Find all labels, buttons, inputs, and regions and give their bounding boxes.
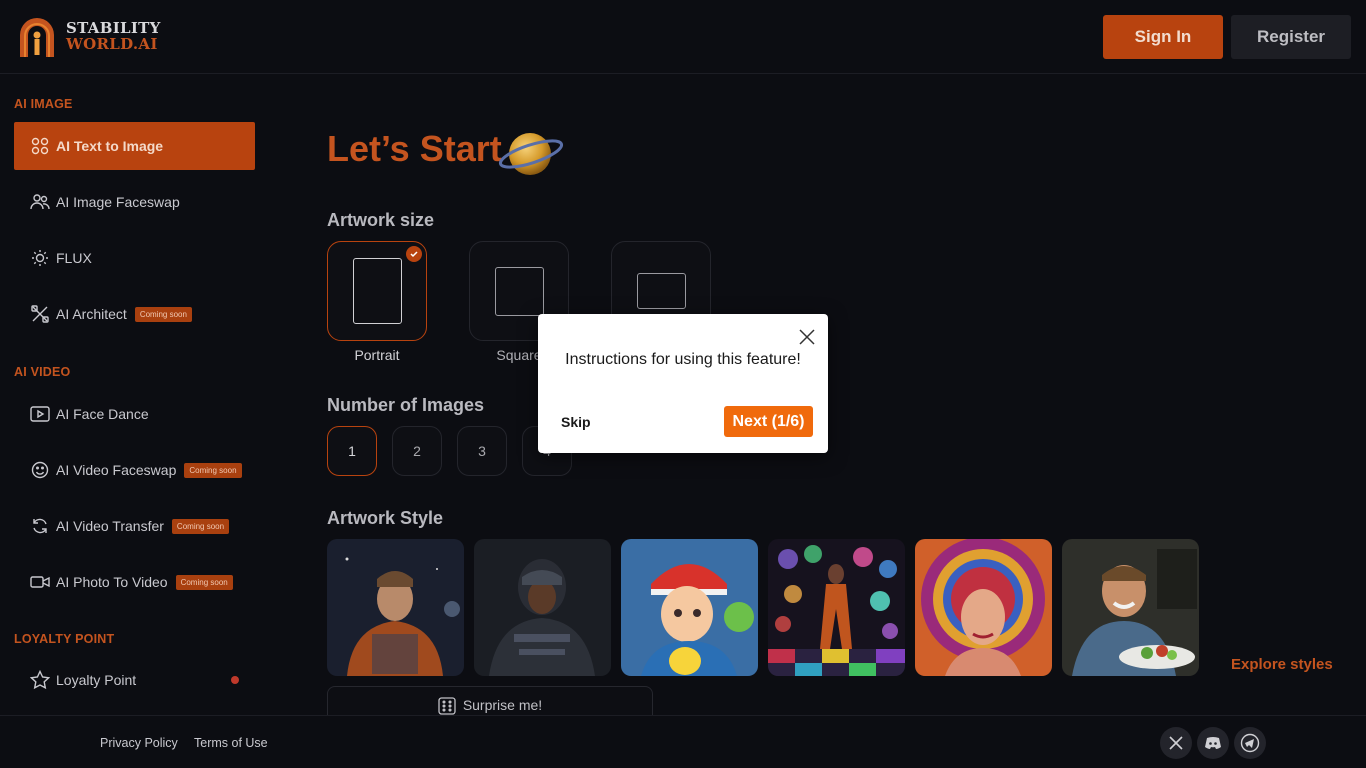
- play-icon: [30, 404, 50, 424]
- logo-line-2: WORLD.AI: [66, 35, 158, 53]
- privacy-policy-link[interactable]: Privacy Policy: [100, 736, 178, 750]
- smile-icon: [30, 460, 50, 480]
- sidebar-item-label: AI Face Dance: [56, 406, 149, 422]
- square-shape: [495, 267, 544, 316]
- sidebar-item-label: Loyalty Point: [56, 672, 137, 688]
- skip-button[interactable]: Skip: [561, 414, 591, 430]
- sidebar-item-label: AI Video Faceswap: [56, 462, 177, 478]
- num-option-3[interactable]: 3: [457, 426, 507, 476]
- number-of-images-heading: Number of Images: [327, 395, 485, 415]
- style-thumb-armor[interactable]: [474, 539, 611, 676]
- footer: Privacy Policy Terms of Use: [0, 715, 1366, 768]
- sidebar-item-ai-photo-to-video[interactable]: AI Photo To Video Coming soon: [14, 558, 255, 606]
- sidebar-item-ai-image-faceswap[interactable]: AI Image Faceswap: [14, 178, 255, 226]
- logo-mark-icon: [20, 18, 54, 57]
- sidebar-item-label: AI Text to Image: [56, 138, 164, 154]
- page-title: Let’s Start: [327, 128, 502, 169]
- coming-soon-badge: Coming soon: [184, 462, 242, 478]
- sidebar-item-ai-architect[interactable]: AI Architect Coming soon: [14, 290, 255, 338]
- coming-soon-badge: Coming soon: [134, 306, 192, 322]
- tools-icon: [30, 304, 50, 324]
- num-option-2[interactable]: 2: [392, 426, 442, 476]
- video-camera-icon: [30, 572, 50, 592]
- section-title-ai-video: AI VIDEO: [14, 365, 71, 379]
- sidebar-item-label: AI Image Faceswap: [56, 194, 180, 210]
- register-button[interactable]: Register: [1231, 15, 1351, 59]
- sidebar-item-label: AI Architect: [56, 306, 127, 322]
- refresh-icon: [30, 516, 50, 536]
- portrait-shape: [353, 258, 402, 324]
- coming-soon-badge: Coming soon: [171, 518, 230, 534]
- top-header: STABILITY WORLD.AI Sign In Register: [0, 0, 1366, 74]
- notification-dot: [231, 676, 239, 684]
- sidebar-item-label: AI Video Transfer: [56, 518, 164, 534]
- terms-of-use-link[interactable]: Terms of Use: [194, 736, 268, 750]
- logo-line-1: STABILITY: [66, 19, 161, 37]
- style-thumb-psychedelic[interactable]: [915, 539, 1052, 676]
- sun-icon: [30, 248, 50, 268]
- artwork-style-heading: Artwork Style: [327, 508, 444, 528]
- close-icon[interactable]: [798, 328, 816, 346]
- sidebar-item-loyalty-point[interactable]: Loyalty Point: [14, 656, 255, 704]
- style-thumb-eating[interactable]: [1062, 539, 1199, 676]
- size-label-portrait: Portrait: [354, 347, 400, 363]
- sidebar-item-ai-text-to-image[interactable]: AI Text to Image: [14, 122, 255, 170]
- planet-icon: [498, 133, 564, 175]
- num-option-1[interactable]: 1: [327, 426, 377, 476]
- dice-icon: [438, 697, 456, 715]
- discord-icon[interactable]: [1197, 727, 1229, 759]
- size-option-portrait[interactable]: [327, 241, 427, 341]
- sidebar-item-label: AI Photo To Video: [56, 574, 168, 590]
- sign-in-button[interactable]: Sign In: [1103, 15, 1223, 59]
- sidebar-item-flux[interactable]: FLUX: [14, 234, 255, 282]
- grid-icon: [30, 136, 50, 156]
- style-thumb-anime[interactable]: [621, 539, 758, 676]
- artwork-size-heading: Artwork size: [327, 210, 435, 230]
- sidebar-item-label: FLUX: [56, 250, 92, 266]
- sidebar: AI IMAGE AI Text to Image AI Image Faces…: [0, 75, 270, 715]
- section-title-ai-image: AI IMAGE: [14, 97, 73, 111]
- coming-soon-badge: Coming soon: [175, 574, 233, 590]
- explore-styles-link[interactable]: Explore styles: [1231, 656, 1333, 673]
- style-thumb-astronaut[interactable]: [327, 539, 464, 676]
- logo-text: STABILITY WORLD.AI: [66, 20, 161, 52]
- x-icon[interactable]: [1160, 727, 1192, 759]
- sidebar-item-ai-video-faceswap[interactable]: AI Video Faceswap Coming soon: [14, 446, 255, 494]
- sidebar-item-ai-face-dance[interactable]: AI Face Dance: [14, 390, 255, 438]
- surprise-me-label: Surprise me!: [462, 697, 543, 713]
- tour-popover: Instructions for using this feature! Ski…: [538, 314, 828, 453]
- landscape-shape: [637, 273, 686, 309]
- star-icon: [30, 670, 50, 690]
- style-thumb-disco[interactable]: [768, 539, 905, 676]
- logo[interactable]: STABILITY WORLD.AI: [14, 13, 161, 59]
- section-title-loyalty-point: LOYALTY POINT: [14, 632, 115, 646]
- tour-message: Instructions for using this feature!: [565, 351, 801, 368]
- users-icon: [30, 192, 50, 212]
- check-icon: [406, 246, 422, 262]
- next-button[interactable]: Next (1/6): [724, 406, 813, 437]
- telegram-icon[interactable]: [1234, 727, 1266, 759]
- sidebar-item-ai-video-transfer[interactable]: AI Video Transfer Coming soon: [14, 502, 255, 550]
